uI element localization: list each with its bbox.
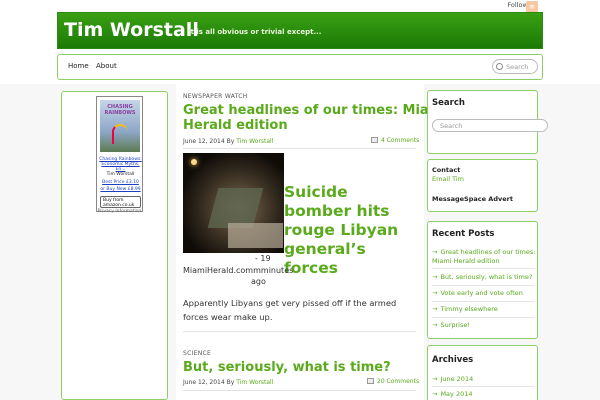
- comment-icon: [367, 378, 374, 384]
- arrow-icon: →: [432, 289, 438, 297]
- archive-item[interactable]: → May 2014: [432, 390, 536, 399]
- divider: [432, 317, 535, 318]
- recent-post-item[interactable]: → Surprise!: [432, 321, 536, 330]
- source-ago: ago: [251, 277, 266, 286]
- divider: [183, 148, 416, 149]
- photo-vehicle: [228, 223, 283, 248]
- divider: [432, 301, 535, 302]
- divider: [183, 331, 416, 332]
- comment-icon: [371, 137, 378, 143]
- nav-item-about[interactable]: About: [96, 62, 117, 70]
- photo-light: [191, 159, 197, 165]
- archives-widget: Archives → June 2014 → May 2014: [427, 345, 538, 400]
- rss-icon[interactable]: ≋: [526, 1, 538, 12]
- arrow-icon: →: [432, 305, 438, 313]
- site-tagline: It is all obvious or trivial except...: [188, 28, 322, 36]
- source-dash: - 19: [255, 254, 271, 263]
- divider: [432, 285, 535, 286]
- advert-title: MessageSpace Advert: [432, 195, 513, 203]
- divider: [432, 386, 535, 387]
- post-meta: June 12, 2014 By Tim Worstall: [183, 138, 273, 145]
- buy-new-link[interactable]: or Buy New £8.99: [98, 187, 143, 192]
- post-date: June 12, 2014: [183, 138, 225, 145]
- main-nav: Home About Search: [57, 54, 543, 80]
- recent-posts-widget: Recent Posts → Great headlines of our tim…: [427, 221, 538, 339]
- arrow-icon: →: [432, 321, 438, 329]
- post-title[interactable]: But, seriously, what is time?: [183, 360, 391, 375]
- post-comments-count: 4 Comments: [381, 137, 420, 144]
- site-title[interactable]: Tim Worstall: [64, 19, 199, 41]
- post-date: June 12, 2014: [183, 379, 225, 386]
- nav-item-home[interactable]: Home: [68, 62, 89, 70]
- post-comments-link[interactable]: 4 Comments: [371, 137, 419, 144]
- search-icon: [496, 63, 503, 70]
- best-price-link[interactable]: Best Price £3.10: [98, 180, 143, 185]
- post-title-line2[interactable]: Herald edition: [183, 118, 288, 133]
- recent-post-item[interactable]: → But, seriously, what is time?: [432, 273, 536, 282]
- search-widget: Search Search: [427, 90, 548, 154]
- site-header: Tim Worstall It is all obvious or trivia…: [57, 12, 543, 49]
- arrow-icon: →: [432, 273, 438, 281]
- contact-widget: Contact Email Tim MessageSpace Advert: [427, 159, 538, 212]
- buy-amazon-button[interactable]: Buy from amazon.co.uk: [100, 196, 141, 208]
- rainbow-icon: [112, 124, 128, 144]
- recent-post-item[interactable]: → Great headlines of our times:: [432, 248, 536, 257]
- photo-figure: [207, 188, 264, 228]
- book-author: Tim Worstall: [106, 172, 135, 177]
- post-author-link[interactable]: Tim Worstall: [236, 138, 273, 145]
- widget-title: Archives: [432, 355, 474, 365]
- arrow-icon: →: [432, 248, 438, 256]
- divider: [183, 390, 416, 391]
- book-ad[interactable]: CHASING RAINBOWS Chasing Rainbows: Econo…: [96, 96, 143, 212]
- post-comments-link[interactable]: 20 Comments: [367, 378, 419, 385]
- widget-title: Recent Posts: [432, 229, 495, 239]
- recent-post-item[interactable]: → Timmy elsewhere: [432, 305, 536, 314]
- email-link[interactable]: Email Tim: [432, 175, 464, 183]
- nav-search-placeholder: Search: [506, 63, 529, 71]
- widget-title: Search: [432, 98, 465, 108]
- privacy-link[interactable]: Privacy Information: [96, 209, 143, 214]
- contact-title: Contact: [432, 166, 461, 174]
- book-cover-title: CHASING RAINBOWS: [104, 104, 136, 116]
- post-excerpt: Apparently Libyans get very pissed off i…: [183, 298, 397, 322]
- left-sidebar-ad: CHASING RAINBOWS Chasing Rainbows: Econo…: [61, 91, 168, 400]
- recent-post-item[interactable]: → Vote early and vote often: [432, 289, 536, 298]
- post-by: By: [226, 138, 235, 145]
- divider: [432, 268, 535, 269]
- book-cover-image[interactable]: CHASING RAINBOWS: [100, 100, 140, 152]
- arrow-icon: →: [432, 390, 438, 398]
- recent-post-item-cont[interactable]: Miami Herald edition: [432, 257, 536, 266]
- post-category[interactable]: SCIENCE: [183, 350, 211, 357]
- news-photo[interactable]: [183, 153, 284, 253]
- post-by: By: [226, 379, 235, 386]
- nav-search-input[interactable]: Search: [492, 59, 538, 74]
- post-meta: June 12, 2014 By Tim Worstall: [183, 379, 273, 386]
- post-category[interactable]: NEWSPAPER WATCH: [183, 93, 248, 100]
- post-author-link[interactable]: Tim Worstall: [236, 379, 273, 386]
- archive-item[interactable]: → June 2014: [432, 375, 536, 384]
- arrow-icon: →: [432, 375, 438, 383]
- quoted-headline-link[interactable]: Suicide bomber hits rouge Libyan general…: [284, 183, 419, 278]
- sidebar-search-input[interactable]: Search: [432, 119, 548, 132]
- top-bar: Follow Us ≋: [0, 0, 600, 12]
- post-title-line1[interactable]: Great headlines of our times: Miami: [183, 103, 447, 118]
- post-comments-count: 20 Comments: [377, 378, 420, 385]
- source-site: MiamiHerald.commminutes: [183, 266, 294, 275]
- book-title-link[interactable]: Chasing Rainbows: Economic Myths, En...: [98, 157, 143, 172]
